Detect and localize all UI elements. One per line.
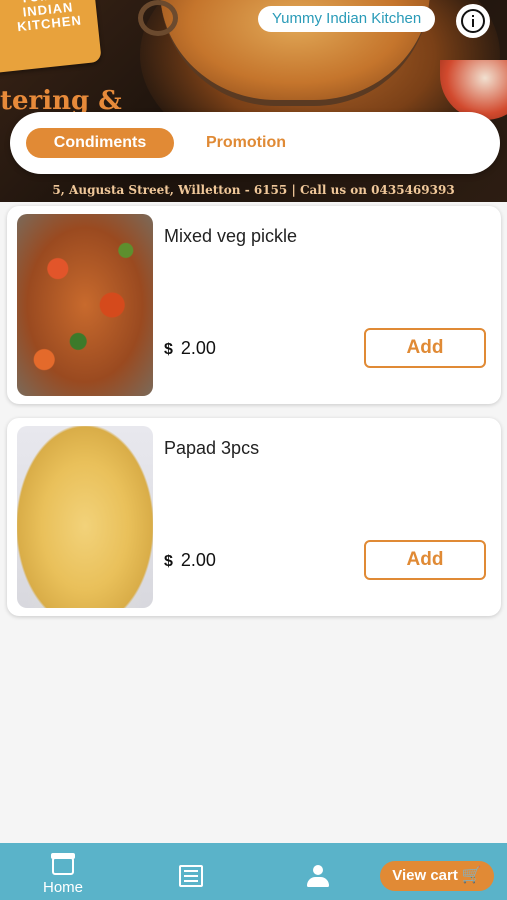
tab-promotion[interactable]: Promotion (206, 128, 286, 158)
add-button[interactable]: Add (364, 540, 486, 580)
header-banner: YUMMY INDIAN KITCHEN tering & Yummy Indi… (0, 0, 507, 202)
product-card: Mixed veg pickle $2.00 Add (7, 206, 501, 404)
store-address: 5, Augusta Street, Willetton - 6155 | Ca… (52, 183, 455, 197)
tab-condiments[interactable]: Condiments (26, 128, 174, 158)
info-button[interactable] (456, 4, 490, 38)
currency-symbol: $ (164, 341, 173, 358)
product-image (17, 214, 153, 396)
restaurant-logo: YUMMY INDIAN KITCHEN (0, 0, 102, 74)
product-card: Papad 3pcs $2.00 Add (7, 418, 501, 616)
currency-symbol: $ (164, 553, 173, 570)
store-name-pill[interactable]: Yummy Indian Kitchen (258, 6, 436, 32)
nav-menu[interactable] (178, 843, 204, 900)
product-price: $2.00 (164, 338, 216, 359)
list-icon (179, 865, 203, 887)
nav-home-label: Home (42, 879, 83, 896)
bottom-nav: Home View cart 🛒 (0, 843, 507, 900)
price-value: 2.00 (180, 338, 216, 358)
product-name: Papad 3pcs (164, 438, 260, 458)
store-icon (51, 853, 75, 875)
banner-caption: tering & (0, 86, 122, 116)
nav-home[interactable]: Home (38, 843, 88, 900)
product-name: Mixed veg pickle (164, 226, 298, 246)
user-icon (306, 865, 330, 887)
info-icon (461, 9, 485, 33)
view-cart-button[interactable]: View cart 🛒 (380, 861, 494, 891)
logo-text: YUMMY INDIAN KITCHEN (16, 0, 83, 35)
category-tabs: Condiments Promotion (10, 112, 500, 174)
cart-icon: 🛒 (461, 867, 482, 884)
nav-account[interactable] (305, 843, 331, 900)
product-price: $2.00 (164, 550, 216, 571)
price-value: 2.00 (180, 550, 216, 570)
view-cart-label: View cart (392, 867, 458, 884)
product-image (17, 426, 153, 608)
add-button[interactable]: Add (364, 328, 486, 368)
